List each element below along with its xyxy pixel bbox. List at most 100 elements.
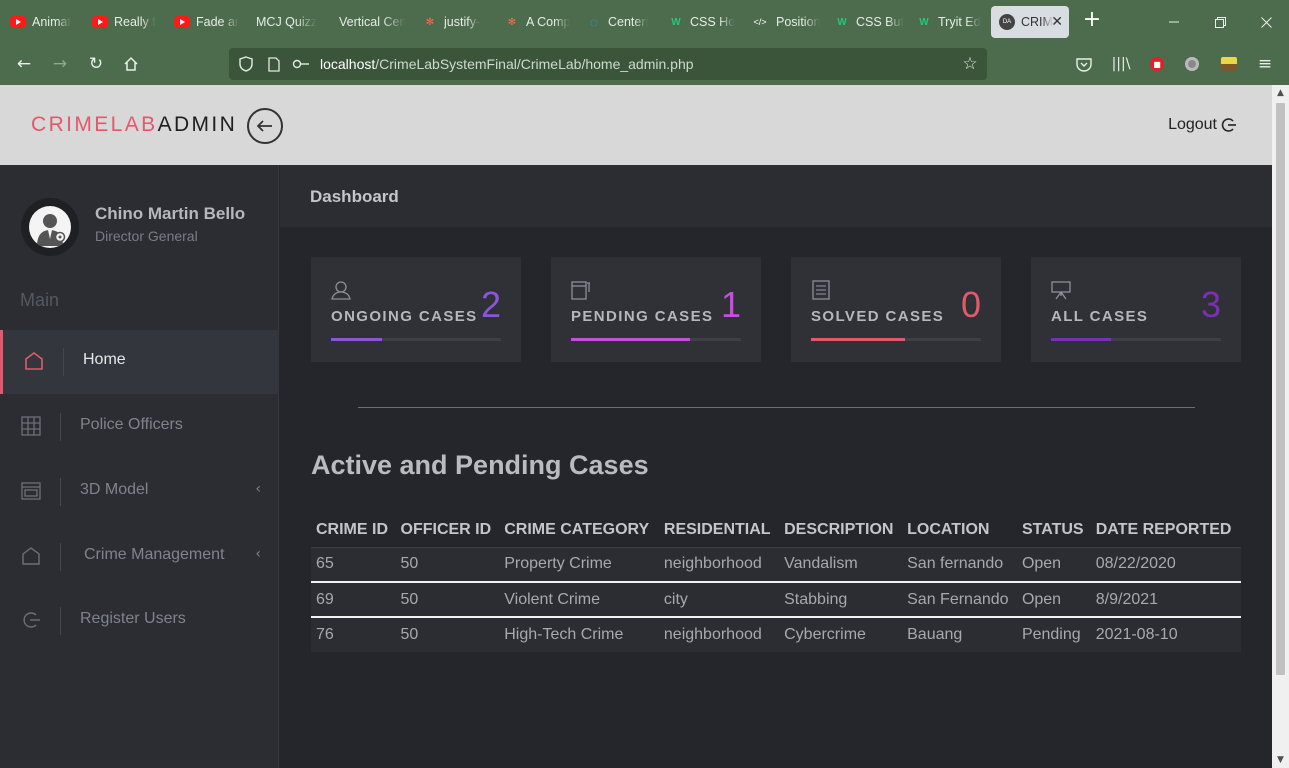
tab-label: CSS But <box>856 15 904 29</box>
user-name: Chino Martin Bello <box>95 204 246 223</box>
user-avatar-icon <box>29 206 71 248</box>
menu-icon[interactable]: ≡ <box>1251 50 1279 78</box>
table-cell: 08/22/2020 <box>1090 547 1241 583</box>
browser-tab[interactable]: ✻ A Comp <box>496 6 578 38</box>
brand-logo[interactable]: CRIMELABADMIN <box>31 113 237 137</box>
stat-progress-track <box>331 338 501 341</box>
table-row[interactable]: 65 50 Property Crime neighborhood Vandal… <box>311 547 1241 583</box>
scrollbar-thumb[interactable] <box>1276 103 1285 675</box>
browser-tab[interactable]: ✻ justify- <box>414 6 496 38</box>
browser-tab[interactable]: W CSS But <box>826 6 908 38</box>
table-cell: neighborhood <box>663 626 762 643</box>
sidebar-item-label: Home <box>83 351 126 368</box>
table-cell: Open <box>1016 582 1091 618</box>
address-bar[interactable]: localhost/CrimeLabSystemFinal/CrimeLab/h… <box>229 48 987 80</box>
browser-tab[interactable]: MCJ Quizz <box>248 6 330 38</box>
column-header: CRIME ID <box>311 512 396 548</box>
browser-tab[interactable]: Really f <box>84 6 166 38</box>
browser-tab[interactable]: </> Position <box>742 6 824 38</box>
shield-icon[interactable] <box>236 54 256 74</box>
stat-progress-track <box>571 338 741 341</box>
column-header: OFFICER ID <box>395 512 500 548</box>
restore-icon[interactable] <box>1197 0 1243 44</box>
permissions-icon[interactable] <box>291 54 311 74</box>
sidebar-item-crime-management[interactable]: Crime Management ‹ <box>0 525 279 589</box>
user-icon <box>331 279 351 301</box>
table-cell: Stabbing <box>779 582 903 618</box>
sidebar-item-label: Register Users <box>80 610 186 627</box>
browser-tab[interactable]: Fade ar <box>166 6 248 38</box>
home-icon[interactable] <box>117 50 145 78</box>
table-header-row: CRIME ID OFFICER ID CRIME CATEGORY RESID… <box>311 512 1241 548</box>
reload-icon[interactable]: ↻ <box>82 50 110 78</box>
column-header: RESIDENTIAL <box>658 512 780 548</box>
logout-circle-icon <box>20 609 42 631</box>
browser-tab[interactable]: W CSS Ho <box>660 6 742 38</box>
bookmark-star-icon[interactable]: ☆ <box>960 54 980 74</box>
divider <box>63 348 64 376</box>
browser-tab[interactable]: Vertical Cen <box>331 6 413 38</box>
table-cell: city <box>658 582 780 618</box>
browser-tab[interactable]: W Tryit Ed <box>908 6 990 38</box>
sidebar-item-police-officers[interactable]: Police Officers <box>0 395 279 459</box>
column-header: DATE REPORTED <box>1090 512 1241 548</box>
stat-progress-track <box>811 338 981 341</box>
library-icon[interactable]: |||\ <box>1107 50 1135 78</box>
table-cell: 50 <box>395 547 500 583</box>
tab-label: Fade ar <box>196 15 240 29</box>
logout-button[interactable]: Logout <box>1168 116 1237 134</box>
forward-arrow-icon[interactable]: → <box>46 50 74 78</box>
stat-value: 2 <box>480 284 501 325</box>
section-heading: Main <box>20 290 60 310</box>
scroll-down-icon[interactable]: ▼ <box>1275 755 1286 765</box>
document-icon <box>811 279 831 301</box>
stat-card-all[interactable]: ALL CASES 3 <box>1031 257 1241 362</box>
browser-tab-active[interactable]: DA CRIM ✕ <box>991 6 1069 38</box>
new-tab-button[interactable]: + <box>1080 9 1104 33</box>
tab-label: MCJ Quizz <box>256 15 318 29</box>
table-cell: Property Crime <box>499 547 659 583</box>
stat-value: 0 <box>960 284 981 325</box>
tab-label: A Comp <box>526 15 571 29</box>
minimize-icon[interactable] <box>1151 0 1197 44</box>
pocket-icon[interactable] <box>1070 50 1098 78</box>
extension-circle-icon[interactable] <box>1178 50 1206 78</box>
tab-label: Centeri <box>608 15 649 29</box>
table-cell: 2021-08-10 <box>1095 626 1178 643</box>
table-cell: Violent Crime <box>499 582 659 618</box>
table-cell: 50 <box>400 626 419 643</box>
table-row[interactable]: 69 50 Violent Crime city Stabbing San Fe… <box>311 582 1241 618</box>
table-cell: 76 <box>316 626 334 643</box>
sidebar-toggle-button[interactable] <box>247 108 283 144</box>
table-cell: Vandalism <box>779 547 903 583</box>
back-arrow-icon[interactable]: ← <box>10 50 38 78</box>
close-tab-icon[interactable]: ✕ <box>1051 13 1063 30</box>
page-icon[interactable] <box>264 54 284 74</box>
section-divider <box>358 407 1195 408</box>
table-cell: 50 <box>395 582 500 618</box>
sidebar-item-home[interactable]: Home <box>0 330 279 394</box>
tab-label: Tryit Ed <box>938 15 981 29</box>
tab-label: Animat <box>32 15 71 29</box>
url-text[interactable]: localhost/CrimeLabSystemFinal/CrimeLab/h… <box>320 56 694 72</box>
stat-card-solved[interactable]: SOLVED CASES 0 <box>791 257 1001 362</box>
sidebar-item-register-users[interactable]: Register Users <box>0 589 279 653</box>
stat-card-ongoing[interactable]: ONGOING CASES 2 <box>311 257 521 362</box>
user-role: Director General <box>95 228 198 244</box>
code-icon: </> <box>753 17 767 27</box>
home-outline-icon <box>20 545 42 567</box>
sidebar-item-3d-model[interactable]: 3D Model ‹ <box>0 460 279 524</box>
tab-label: Vertical Cen <box>339 15 407 29</box>
stat-progress-fill <box>571 338 690 341</box>
tab-label: CSS Ho <box>690 15 736 29</box>
top-header: CRIMELABADMIN Logout <box>0 85 1272 165</box>
extension-image-icon[interactable] <box>1215 50 1243 78</box>
scroll-up-icon[interactable]: ▲ <box>1275 88 1286 98</box>
close-window-icon[interactable] <box>1243 0 1289 44</box>
stat-card-pending[interactable]: PENDING CASES 1 <box>551 257 761 362</box>
table-row[interactable]: 76 50 High-Tech Crime neighborhood Cyber… <box>311 617 1241 652</box>
page-scrollbar[interactable]: ▲ ▼ <box>1272 85 1289 768</box>
lock-extension-icon[interactable]: ■ <box>1143 50 1171 78</box>
browser-tab[interactable]: Animat <box>2 6 84 38</box>
browser-tab[interactable]: ◌ Centeri <box>578 6 660 38</box>
